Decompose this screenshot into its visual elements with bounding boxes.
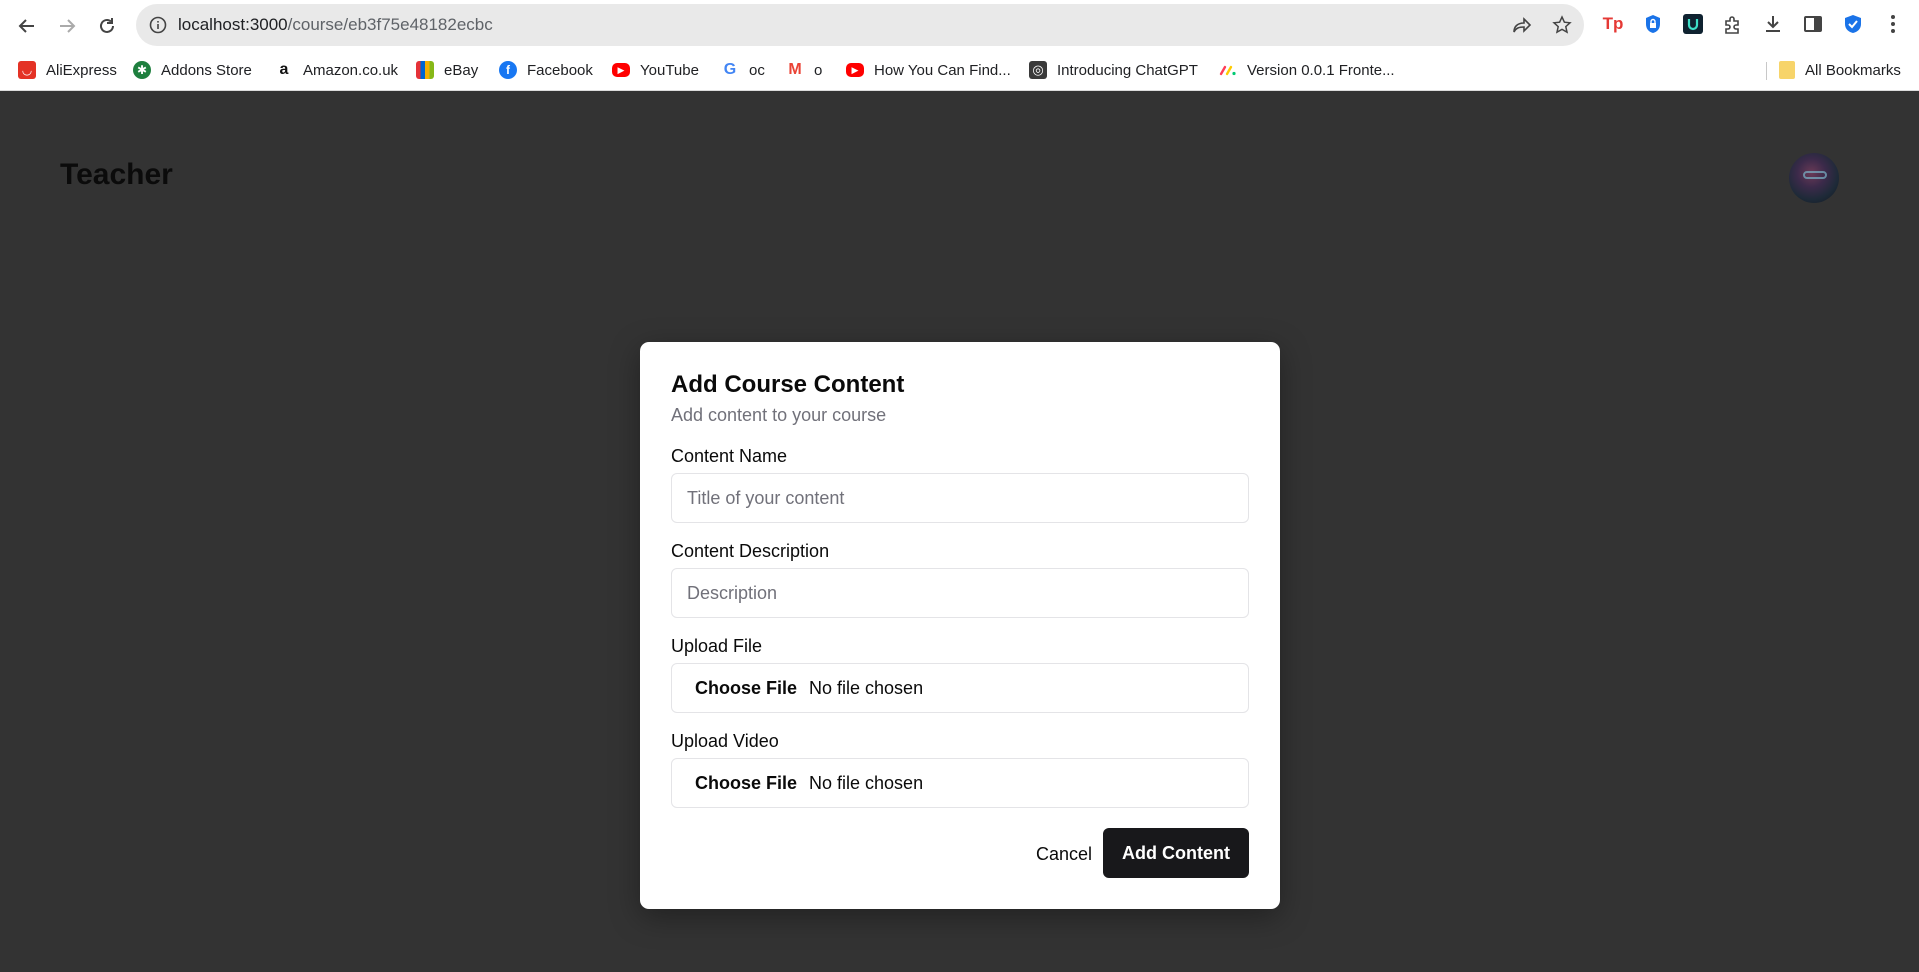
side-panel-icon[interactable] — [1800, 11, 1826, 37]
gmail-icon: M — [788, 61, 802, 78]
add-course-content-dialog: Add Course Content Add content to your c… — [640, 342, 1280, 909]
bookmark-chatgpt[interactable]: ◎ Introducing ChatGPT — [1029, 58, 1198, 82]
cancel-button[interactable]: Cancel — [1010, 829, 1118, 879]
monday-icon — [1219, 61, 1237, 79]
all-bookmarks-button[interactable]: All Bookmarks — [1779, 58, 1901, 82]
youtube-icon: ▶ — [846, 63, 864, 77]
content-description-label: Content Description — [671, 541, 830, 561]
bookmark-label: YouTube — [640, 61, 699, 79]
upload-video-input[interactable]: Choose File No file chosen — [671, 758, 1249, 808]
share-icon[interactable] — [1511, 14, 1533, 36]
puzzle-extensions-icon[interactable] — [1720, 11, 1746, 37]
ebay-icon — [416, 61, 434, 79]
bookmark-label: Addons Store — [161, 61, 252, 79]
all-bookmarks-label: All Bookmarks — [1805, 61, 1901, 79]
avatar-glasses — [1803, 171, 1827, 179]
content-name-label: Content Name — [671, 446, 788, 466]
url-text: localhost:3000/course/eb3f75e48182ecbc — [178, 4, 493, 46]
bookmark-label: How You Can Find... — [874, 61, 1011, 79]
bookmark-amazon[interactable]: a Amazon.co.uk — [275, 58, 399, 82]
bookmark-youtube-video[interactable]: ▶ How You Can Find... — [846, 58, 1011, 82]
dialog-subtitle: Add content to your course — [671, 405, 887, 425]
bookmark-label: Amazon.co.uk — [303, 61, 399, 79]
add-content-button[interactable]: Add Content — [1103, 828, 1249, 878]
upload-video-label: Upload Video — [671, 731, 779, 751]
folder-icon — [1779, 61, 1795, 79]
shield-lock-extension-icon[interactable] — [1640, 11, 1666, 37]
file-status-text: No file chosen — [809, 677, 924, 698]
bookmark-label: oc — [749, 61, 765, 79]
upload-file-label: Upload File — [671, 636, 763, 656]
bookmark-gmail-o[interactable]: M o — [786, 58, 822, 82]
bookmarks-separator — [1766, 62, 1767, 80]
facebook-icon: f — [499, 61, 517, 79]
u-extension-icon[interactable] — [1680, 11, 1706, 37]
bookmark-label: Version 0.0.1 Fronte... — [1247, 61, 1395, 79]
forward-arrow-icon[interactable] — [51, 10, 83, 42]
youtube-icon: ▶ — [612, 63, 630, 77]
bookmark-youtube[interactable]: ▶ YouTube — [612, 58, 699, 82]
choose-file-button[interactable]: Choose File — [695, 678, 797, 699]
page-title: Teacher — [60, 158, 173, 191]
amazon-icon: a — [279, 61, 289, 78]
bookmark-addons-store[interactable]: ✱ Addons Store — [133, 58, 252, 82]
download-icon[interactable] — [1760, 11, 1786, 37]
user-avatar[interactable] — [1789, 153, 1839, 203]
bookmark-label: eBay — [444, 61, 479, 79]
choose-video-button[interactable]: Choose File — [695, 773, 797, 794]
chatgpt-icon: ◎ — [1029, 61, 1047, 79]
bookmark-facebook[interactable]: f Facebook — [499, 58, 593, 82]
back-arrow-icon[interactable] — [11, 10, 43, 42]
bookmarks-bar: ◡ AliExpress ✱ Addons Store a Amazon.co.… — [0, 50, 1919, 91]
blue-shield-extension-icon[interactable] — [1840, 11, 1866, 37]
bookmark-label: Introducing ChatGPT — [1057, 61, 1198, 79]
bookmark-star-icon[interactable] — [1551, 14, 1573, 36]
addons-store-icon: ✱ — [133, 61, 151, 79]
google-icon: G — [723, 61, 737, 78]
bookmark-google-oc[interactable]: G oc — [721, 58, 765, 82]
tp-extension-icon[interactable]: Tp — [1600, 11, 1626, 37]
bookmark-ebay[interactable]: eBay — [416, 58, 478, 82]
bookmark-aliexpress[interactable]: ◡ AliExpress — [18, 58, 117, 82]
page-backdrop: Teacher Add Course Content Add content t… — [0, 92, 1919, 972]
reload-icon[interactable] — [91, 10, 123, 42]
content-description-input[interactable] — [671, 568, 1249, 618]
video-status-text: No file chosen — [809, 772, 924, 793]
bookmark-label: Facebook — [527, 61, 593, 79]
bookmark-label: o — [814, 61, 823, 79]
upload-file-input[interactable]: Choose File No file chosen — [671, 663, 1249, 713]
bookmark-label: AliExpress — [46, 61, 117, 79]
bookmark-version-frontend[interactable]: Version 0.0.1 Fronte... — [1219, 58, 1395, 82]
browser-toolbar: localhost:3000/course/eb3f75e48182ecbc T… — [0, 0, 1919, 50]
dialog-title: Add Course Content — [671, 371, 905, 398]
url-path: /course/eb3f75e48182ecbc — [287, 15, 493, 34]
aliexpress-icon: ◡ — [18, 61, 36, 79]
address-bar[interactable]: localhost:3000/course/eb3f75e48182ecbc — [136, 4, 1584, 46]
kebab-menu-icon[interactable] — [1880, 11, 1906, 37]
content-name-input[interactable] — [671, 473, 1249, 523]
info-icon[interactable] — [148, 15, 168, 35]
url-host: localhost:3000 — [178, 15, 288, 34]
